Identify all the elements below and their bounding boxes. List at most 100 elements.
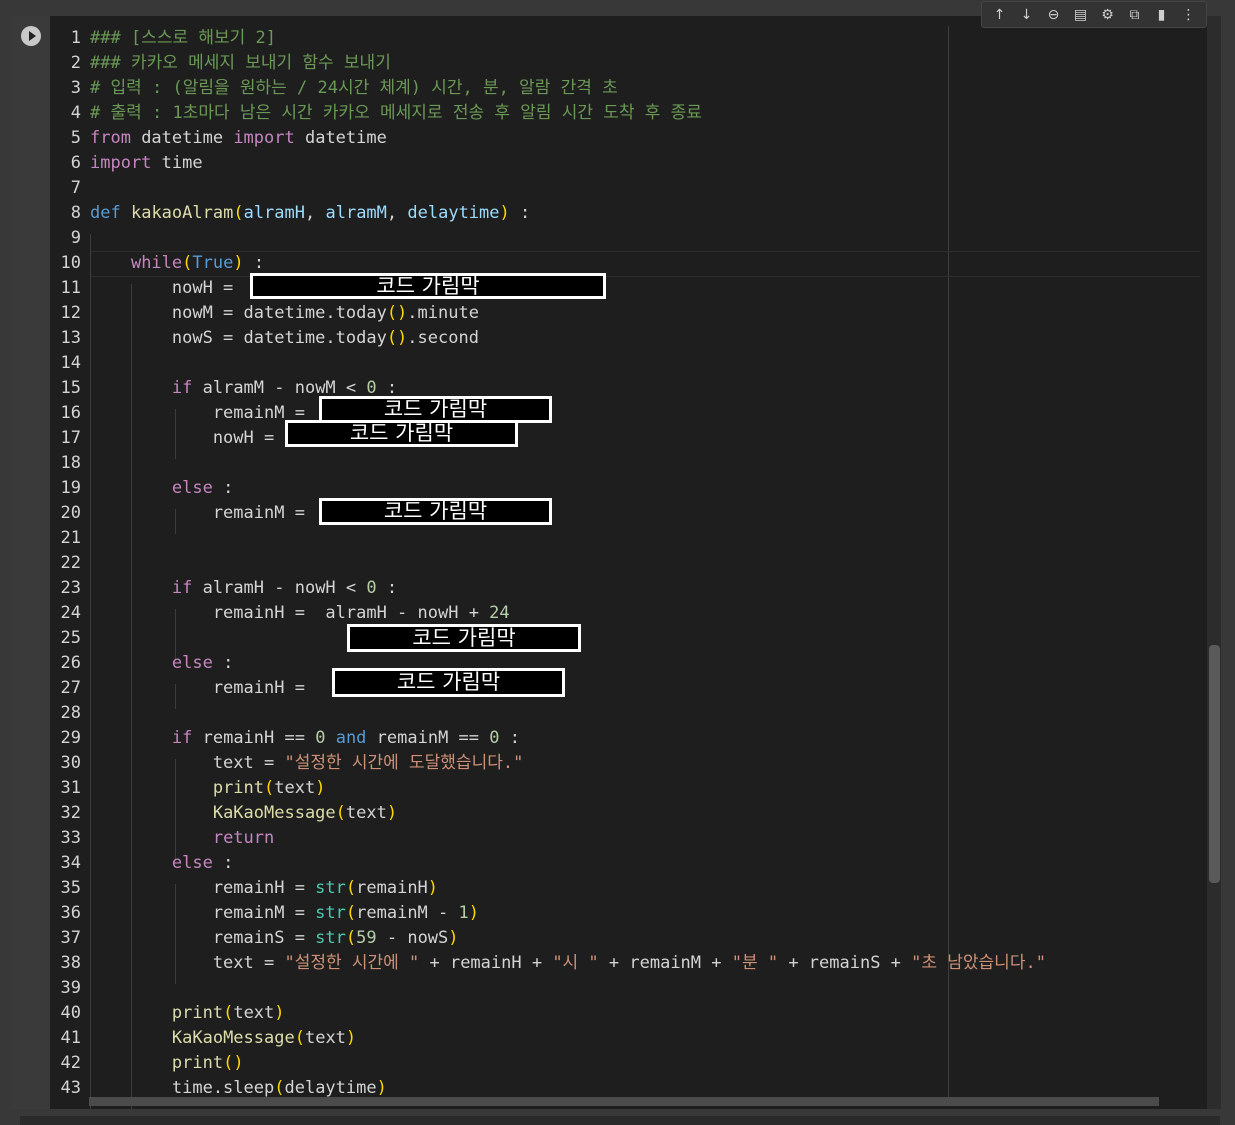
code-line[interactable]: remainH = (90, 676, 315, 701)
code-line[interactable]: return (90, 826, 274, 851)
code-token: ( (294, 1028, 305, 1048)
code-token: ) (233, 253, 244, 273)
code-token: nowH = (90, 278, 244, 298)
code-line[interactable]: remainM = (90, 501, 315, 526)
code-token: + remainM + (598, 953, 732, 973)
code-editor[interactable]: ↑ ↓ ⊖ ▤ ⚙ ⧉ ▮ ⋮ 1 ### [스스로 해보기 2] 2 ### 카카오… (50, 1, 1207, 1109)
code-line[interactable]: else : (90, 851, 233, 876)
code-token: ) (468, 903, 479, 923)
line-length-ruler (948, 26, 949, 1101)
code-cover-box: 코드 가림막 (250, 273, 606, 299)
horizontal-scrollbar[interactable] (89, 1097, 1159, 1106)
line-number: 9 (70, 228, 81, 248)
code-line[interactable]: else : (90, 476, 233, 501)
line-number: 35 (60, 878, 81, 898)
code-token: while (130, 253, 183, 273)
code-token: remainM = (90, 403, 316, 423)
code-line[interactable]: text = "설정한 시간에 도달했습니다." (90, 751, 524, 776)
code-token: ### 카카오 메세지 보내기 함수 보내기 (90, 53, 391, 73)
code-token: : (243, 253, 265, 273)
more-vert-icon: ⋮ (1181, 6, 1196, 23)
code-token: if (171, 378, 193, 398)
code-token: text = (90, 753, 285, 773)
code-line[interactable]: print(text) (90, 1001, 285, 1026)
code-token: ) (345, 1028, 357, 1048)
line-number: 18 (60, 453, 81, 473)
code-line[interactable]: KaKaoMessage(text) (90, 801, 397, 826)
code-line[interactable]: KaKaoMessage(text) (90, 1026, 356, 1051)
line-number: 17 (60, 428, 81, 448)
code-token: nowM = datetime.today (90, 303, 387, 323)
code-line[interactable]: text = "설정한 시간에 " + remainH + "시 " + rem… (90, 951, 1046, 976)
code-token: remainM == (366, 728, 490, 748)
code-token: alramM - nowM < (192, 378, 367, 398)
code-token: + remainH + (419, 953, 553, 973)
code-line[interactable]: else : (90, 651, 233, 676)
code-line[interactable]: import time (90, 151, 203, 176)
run-cell-button[interactable] (21, 26, 41, 46)
code-token: remainH == (192, 728, 316, 748)
next-cell-edge (20, 1116, 1220, 1125)
code-line[interactable]: remainM = (90, 401, 315, 426)
settings-button[interactable]: ⚙ (1094, 3, 1121, 26)
code-line[interactable]: nowH = (90, 426, 284, 451)
code-line[interactable]: remainH = str(remainH) (90, 876, 438, 901)
code-token: 0 (489, 728, 500, 748)
code-line[interactable]: ### [스스로 해보기 2] (90, 26, 276, 51)
code-line[interactable]: remainS = str(59 - nowS) (90, 926, 459, 951)
vertical-scrollbar[interactable] (1209, 645, 1220, 883)
code-token: text (274, 778, 316, 798)
code-line[interactable]: def kakaoAlram(alramH, alramM, delaytime… (90, 201, 530, 226)
code-token: ( (345, 903, 357, 923)
code-line[interactable]: # 입력 : (알림을 원하는 / 24시간 체계) 시간, 분, 알람 간격 … (90, 76, 618, 101)
code-token: else (171, 653, 213, 673)
line-number: 13 (60, 328, 81, 348)
code-token: : (509, 203, 531, 223)
code-cover-box: 코드 가림막 (319, 396, 552, 423)
code-token: : (212, 653, 234, 673)
code-token: print (171, 1053, 224, 1073)
comment-button[interactable]: ▤ (1067, 3, 1094, 26)
code-line[interactable]: # 출력 : 1초마다 남은 시간 카카오 메세지로 전송 후 알림 시간 도착… (90, 101, 702, 126)
code-line[interactable]: if alramH - nowH < 0 : (90, 576, 397, 601)
code-token: else (171, 478, 213, 498)
line-number: 26 (60, 653, 81, 673)
more-options-button[interactable]: ⋮ (1175, 3, 1202, 26)
code-line[interactable]: nowS = datetime.today().second (90, 326, 479, 351)
line-number: 24 (60, 603, 81, 623)
code-cell[interactable]: ↑ ↓ ⊖ ▤ ⚙ ⧉ ▮ ⋮ 1 ### [스스로 해보기 2] 2 ### 카카오… (11, 1, 1208, 1109)
code-line[interactable]: remainM = str(remainM - 1) (90, 901, 479, 926)
line-number: 38 (60, 953, 81, 973)
move-up-button[interactable]: ↑ (986, 3, 1013, 26)
code-line[interactable]: if remainH == 0 and remainM == 0 : (90, 726, 520, 751)
delete-cell-button[interactable]: ▮ (1148, 3, 1175, 26)
line-number: 16 (60, 403, 81, 423)
code-token: else (171, 853, 213, 873)
code-line[interactable]: while(True) : (90, 251, 264, 276)
code-line[interactable]: print(text) (90, 776, 326, 801)
code-line[interactable]: nowH = (90, 276, 244, 301)
code-token: .second (407, 328, 479, 348)
code-token: 0 (315, 728, 326, 748)
code-token: KaKaoMessage (212, 803, 336, 823)
code-token: () (386, 328, 408, 348)
code-token: from (90, 128, 131, 148)
vertical-scrollbar-track (1207, 16, 1221, 1109)
code-line[interactable]: remainH = alramH - nowH + 24 (90, 601, 510, 626)
code-line[interactable]: print() (90, 1051, 244, 1076)
code-line[interactable]: nowM = datetime.today().minute (90, 301, 479, 326)
code-token: remainM = (90, 903, 316, 923)
code-cover-box: 코드 가림막 (285, 420, 518, 447)
code-token: str (315, 928, 346, 948)
mirror-cell-button[interactable]: ⧉ (1121, 3, 1148, 26)
line-number: 41 (60, 1028, 81, 1048)
move-down-button[interactable]: ↓ (1013, 3, 1040, 26)
code-line[interactable]: from datetime import datetime (90, 126, 387, 151)
code-cover-box: 코드 가림막 (332, 668, 565, 697)
code-line[interactable]: ### 카카오 메세지 보내기 함수 보내기 (90, 51, 391, 76)
link-button[interactable]: ⊖ (1040, 3, 1067, 26)
